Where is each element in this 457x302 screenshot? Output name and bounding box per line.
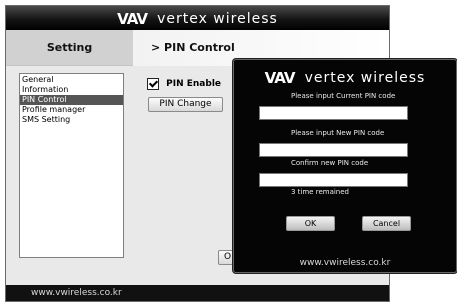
new-pin-input[interactable]	[259, 143, 408, 157]
remaining-attempts: 3 time remained	[291, 188, 349, 196]
footer-url: www.vwireless.co.kr	[31, 288, 122, 298]
confirm-pin-input[interactable]	[259, 173, 408, 187]
pin-enable-label: PIN Enable	[166, 79, 222, 89]
dialog-brand-name: vertex wireless	[304, 69, 426, 86]
current-pin-label: Please input Current PIN code	[291, 92, 396, 100]
pin-enable-checkbox[interactable]	[147, 78, 159, 90]
new-pin-label: Please input New PIN code	[291, 129, 385, 137]
dialog-footer-url: www.vwireless.co.kr	[299, 258, 391, 268]
current-pin-input[interactable]	[259, 106, 408, 120]
confirm-pin-label: Confirm new PIN code	[291, 159, 369, 167]
pin-enable-option[interactable]: PIN Enable	[147, 78, 221, 92]
menu-item-pin-control[interactable]: PIN Control	[20, 95, 123, 105]
dialog-cancel-button[interactable]: Cancel	[362, 216, 411, 231]
dialog-ok-button[interactable]: OK	[286, 216, 335, 231]
title-bar[interactable]: VAV vertex wireless	[6, 6, 389, 30]
dialog-brand: VAV vertex wireless	[234, 66, 456, 88]
menu-item-general[interactable]: General	[20, 75, 123, 85]
pin-change-dialog: VAV vertex wireless Please input Current…	[233, 59, 457, 273]
tab-setting[interactable]: Setting	[6, 30, 133, 66]
menu-item-sms-setting[interactable]: SMS Setting	[20, 115, 123, 125]
vertex-logo-icon: VAV	[264, 68, 296, 87]
footer-bar: www.vwireless.co.kr	[6, 285, 389, 301]
pin-change-button[interactable]: PIN Change	[148, 97, 223, 112]
brand-name: vertex wireless	[157, 10, 278, 27]
settings-menu-list[interactable]: General Information PIN Control Profile …	[19, 73, 124, 258]
menu-item-profile-manager[interactable]: Profile manager	[20, 105, 123, 115]
brand: VAV vertex wireless	[6, 6, 389, 30]
vertex-logo-icon: VAV	[117, 9, 148, 28]
menu-item-information[interactable]: Information	[20, 85, 123, 95]
